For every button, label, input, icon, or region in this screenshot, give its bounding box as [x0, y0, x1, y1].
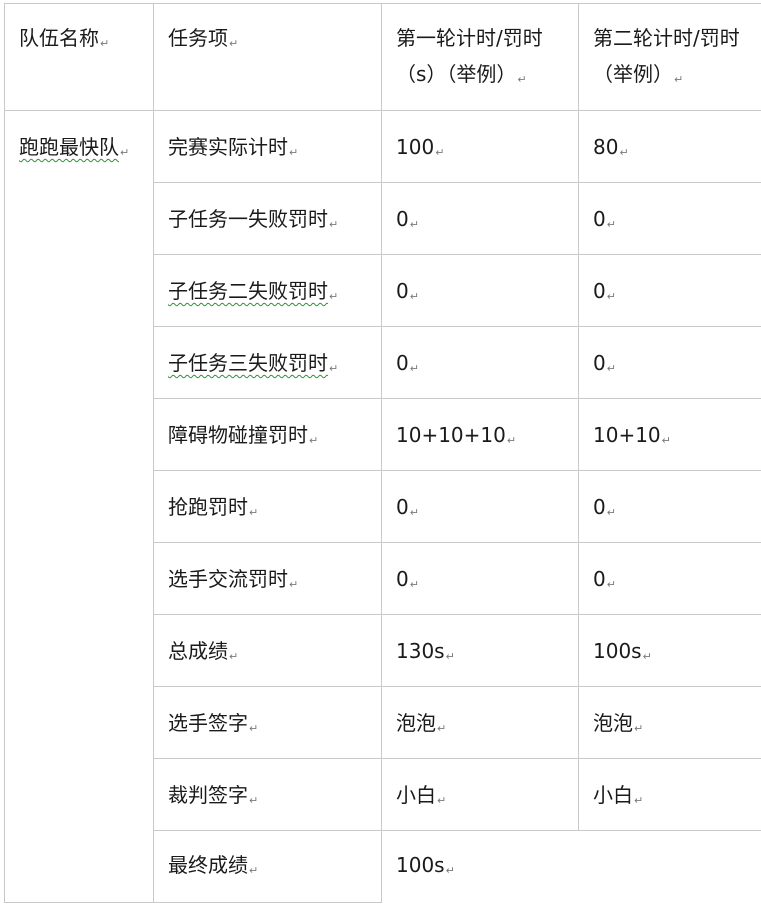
- round1-cell: 小白↵: [381, 758, 579, 831]
- paragraph-mark-icon: ↵: [634, 722, 644, 735]
- round2-cell: 100s↵: [578, 614, 761, 687]
- paragraph-mark-icon: ↵: [642, 650, 652, 663]
- header-task-item: 任务项↵: [153, 3, 382, 111]
- paragraph-mark-icon: ↵: [517, 73, 527, 86]
- paragraph-mark-icon: ↵: [329, 218, 339, 231]
- team-name-cell-continued: [4, 830, 154, 903]
- header-round-2: 第二轮计时/罚时（举例）↵: [578, 3, 761, 111]
- task-cell: 子任务一失败罚时↵: [153, 182, 382, 255]
- task-cell: 选手签字↵: [153, 686, 382, 759]
- round1-cell: 10+10+10↵: [381, 398, 579, 471]
- table-header-row: 队伍名称↵ 任务项↵ 第一轮计时/罚时（s）（举例）↵ 第二轮计时/罚时（举例）…: [4, 3, 761, 111]
- task-cell: 子任务三失败罚时↵: [153, 326, 382, 399]
- paragraph-mark-icon: ↵: [606, 290, 616, 303]
- final-score-row: 最终成绩↵ 100s↵: [4, 830, 761, 903]
- paragraph-mark-icon: ↵: [409, 218, 419, 231]
- paragraph-mark-icon: ↵: [249, 864, 259, 877]
- task-cell: 选手交流罚时↵: [153, 542, 382, 615]
- paragraph-mark-icon: ↵: [661, 434, 671, 447]
- round2-cell: 0↵: [578, 254, 761, 327]
- round1-cell: 0↵: [381, 326, 579, 399]
- round1-cell: 泡泡↵: [381, 686, 579, 759]
- paragraph-mark-icon: ↵: [289, 578, 299, 591]
- paragraph-mark-icon: ↵: [409, 290, 419, 303]
- round2-cell: 0↵: [578, 470, 761, 543]
- header-team-name: 队伍名称↵: [4, 3, 154, 111]
- score-table: 队伍名称↵ 任务项↵ 第一轮计时/罚时（s）（举例）↵ 第二轮计时/罚时（举例）…: [4, 3, 761, 903]
- round2-cell: 小白↵: [578, 758, 761, 831]
- task-cell: 抢跑罚时↵: [153, 470, 382, 543]
- round1-cell: 100↵: [381, 110, 579, 183]
- paragraph-mark-icon: ↵: [229, 37, 239, 50]
- task-cell: 完赛实际计时↵: [153, 110, 382, 183]
- paragraph-mark-icon: ↵: [100, 37, 110, 50]
- task-cell: 裁判签字↵: [153, 758, 382, 831]
- paragraph-mark-icon: ↵: [606, 578, 616, 591]
- paragraph-mark-icon: ↵: [120, 146, 130, 159]
- round2-cell: 0↵: [578, 182, 761, 255]
- paragraph-mark-icon: ↵: [289, 146, 299, 159]
- team-name-cell: 跑跑最快队↵: [4, 110, 154, 831]
- paragraph-mark-icon: ↵: [634, 794, 644, 807]
- round1-cell: 0↵: [381, 470, 579, 543]
- paragraph-mark-icon: ↵: [445, 864, 455, 877]
- header-round-1: 第一轮计时/罚时（s）（举例）↵: [381, 3, 579, 111]
- paragraph-mark-icon: ↵: [229, 650, 239, 663]
- paragraph-mark-icon: ↵: [249, 722, 259, 735]
- round1-cell: 0↵: [381, 182, 579, 255]
- paragraph-mark-icon: ↵: [409, 578, 419, 591]
- paragraph-mark-icon: ↵: [435, 146, 445, 159]
- task-cell: 总成绩↵: [153, 614, 382, 687]
- paragraph-mark-icon: ↵: [249, 506, 259, 519]
- paragraph-mark-icon: ↵: [409, 506, 419, 519]
- paragraph-mark-icon: ↵: [619, 146, 629, 159]
- paragraph-mark-icon: ↵: [409, 362, 419, 375]
- paragraph-mark-icon: ↵: [249, 794, 259, 807]
- paragraph-mark-icon: ↵: [437, 794, 447, 807]
- round2-cell: 0↵: [578, 542, 761, 615]
- paragraph-mark-icon: ↵: [329, 362, 339, 375]
- paragraph-mark-icon: ↵: [606, 218, 616, 231]
- round2-cell: 泡泡↵: [578, 686, 761, 759]
- paragraph-mark-icon: ↵: [506, 434, 517, 447]
- round2-cell: 0↵: [578, 326, 761, 399]
- paragraph-mark-icon: ↵: [674, 73, 684, 86]
- round1-cell: 130s↵: [381, 614, 579, 687]
- task-cell: 障碍物碰撞罚时↵: [153, 398, 382, 471]
- paragraph-mark-icon: ↵: [606, 506, 616, 519]
- table-row: 跑跑最快队↵ 完赛实际计时↵ 100↵ 80↵: [4, 110, 761, 831]
- paragraph-mark-icon: ↵: [309, 434, 319, 447]
- round2-cell: 10+10↵: [578, 398, 761, 471]
- round1-cell: 0↵: [381, 254, 579, 327]
- paragraph-mark-icon: ↵: [437, 722, 447, 735]
- final-score-label-cell: 最终成绩↵: [153, 830, 382, 903]
- round1-cell: 0↵: [381, 542, 579, 615]
- paragraph-mark-icon: ↵: [329, 290, 339, 303]
- paragraph-mark-icon: ↵: [606, 362, 616, 375]
- paragraph-mark-icon: ↵: [445, 650, 455, 663]
- final-score-value-cell: 100s↵: [381, 830, 761, 903]
- task-cell: 子任务二失败罚时↵: [153, 254, 382, 327]
- round2-cell: 80↵: [578, 110, 761, 183]
